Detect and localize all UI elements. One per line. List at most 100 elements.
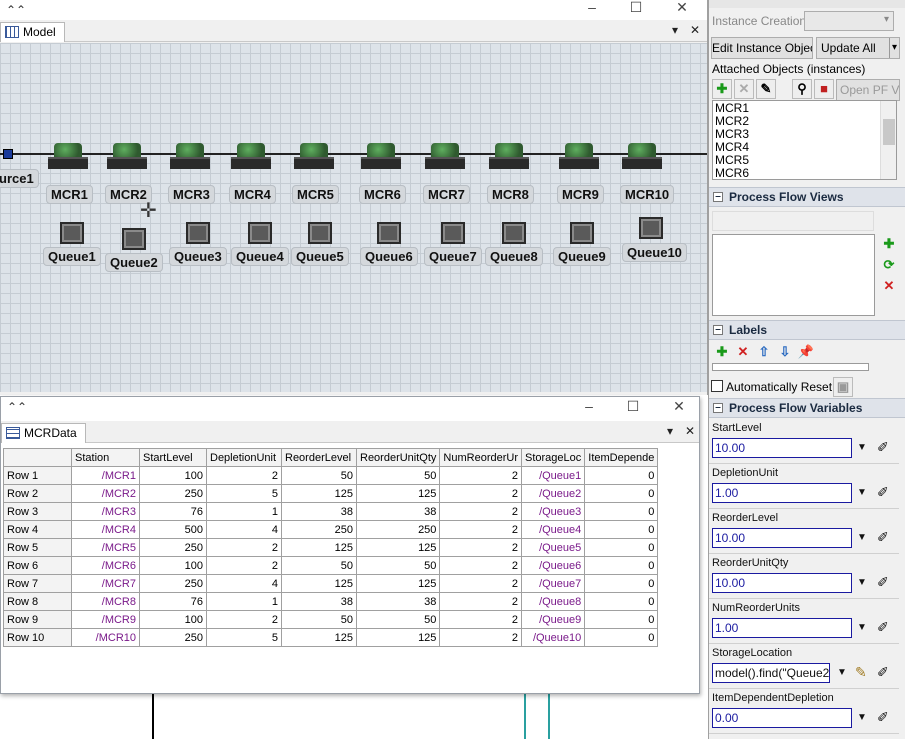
table-cell[interactable]: /Queue6 [520, 556, 586, 575]
row-header[interactable]: Row 3 [3, 502, 72, 521]
table-cell[interactable]: /Queue1 [520, 466, 586, 485]
table-cell[interactable]: 2 [439, 628, 522, 647]
table-cell[interactable]: 2 [439, 574, 522, 593]
row-header[interactable]: Row 10 [3, 628, 72, 647]
column-header[interactable]: StorageLoc [520, 448, 586, 467]
table-cell[interactable]: 50 [355, 556, 441, 575]
automatically-reset-checkbox[interactable] [711, 380, 723, 392]
table-cell[interactable]: 0 [584, 502, 659, 521]
process-flow-views-list[interactable] [712, 234, 875, 316]
table-cell[interactable]: 250 [139, 574, 207, 593]
column-header[interactable]: ReorderLevel [281, 448, 357, 467]
table-cell[interactable]: /Queue7 [520, 574, 586, 593]
table-cell[interactable]: /MCR3 [71, 502, 140, 521]
save-icon[interactable]: ▣ [833, 377, 853, 397]
table-cell[interactable]: /Queue5 [520, 538, 586, 557]
refresh-icon[interactable]: ⟳ [879, 256, 899, 276]
table-cell[interactable]: 125 [281, 484, 357, 503]
queue-object[interactable] [186, 222, 210, 244]
table-cell[interactable]: /MCR9 [71, 610, 140, 629]
table-cell[interactable]: 38 [355, 502, 441, 521]
delete-icon[interactable]: ✕ [879, 277, 899, 297]
script-edit-icon[interactable]: ✎ [855, 664, 867, 681]
tab-close-icon[interactable]: ✕ [690, 23, 700, 37]
row-header[interactable]: Row 7 [3, 574, 72, 593]
eyedropper-icon[interactable]: ✐ [877, 439, 889, 456]
table-cell[interactable]: 0 [584, 538, 659, 557]
column-header[interactable]: StartLevel [139, 448, 207, 467]
table-cell[interactable]: 5 [206, 628, 282, 647]
row-header[interactable]: Row 9 [3, 610, 72, 629]
table-cell[interactable]: 250 [355, 520, 441, 539]
machine-object[interactable] [361, 143, 401, 173]
table-cell[interactable]: 0 [584, 610, 659, 629]
collapse-icon[interactable]: – [713, 325, 723, 335]
queue-object[interactable] [122, 228, 146, 250]
row-header[interactable]: Row 2 [3, 484, 72, 503]
variable-value-field[interactable]: 10.00 [712, 438, 852, 458]
table-cell[interactable]: 100 [139, 466, 207, 485]
process-flow-view-select[interactable] [712, 211, 874, 231]
row-header[interactable]: Row 8 [3, 592, 72, 611]
table-cell[interactable]: /Queue3 [520, 502, 586, 521]
row-header[interactable]: Row 4 [3, 520, 72, 539]
eyedropper-icon[interactable]: ✐ [877, 529, 889, 546]
table-cell[interactable]: 2 [439, 556, 522, 575]
edit-instance-object-button[interactable]: Edit Instance Object [711, 37, 813, 59]
machine-object[interactable] [425, 143, 465, 173]
variable-value-field[interactable]: 10.00 [712, 528, 852, 548]
table-cell[interactable]: 0 [584, 556, 659, 575]
table-cell[interactable]: 500 [139, 520, 207, 539]
row-header[interactable]: Row 5 [3, 538, 72, 557]
table-cell[interactable]: 50 [281, 610, 357, 629]
labels-list[interactable] [712, 363, 869, 371]
table-cell[interactable]: 50 [355, 466, 441, 485]
table-cell[interactable]: /MCR2 [71, 484, 140, 503]
chevron-down-icon[interactable]: ▼ [857, 712, 867, 723]
table-cell[interactable]: 50 [281, 466, 357, 485]
queue-object[interactable] [570, 222, 594, 244]
column-header[interactable]: Station [71, 448, 140, 467]
table-cell[interactable]: 38 [355, 592, 441, 611]
queue-object[interactable] [377, 222, 401, 244]
table-cell[interactable]: 0 [584, 574, 659, 593]
table-cell[interactable]: 0 [584, 484, 659, 503]
table-cell[interactable]: 125 [281, 574, 357, 593]
table-cell[interactable]: 250 [139, 628, 207, 647]
close-window-button[interactable]: ✕ [660, 0, 704, 20]
table-cell[interactable]: 125 [355, 538, 441, 557]
table-cell[interactable]: 2 [439, 466, 522, 485]
table-cell[interactable]: 2 [206, 466, 282, 485]
table-cell[interactable]: 250 [281, 520, 357, 539]
remove-icon[interactable]: ✕ [734, 79, 754, 99]
attached-objects-list[interactable]: MCR1 MCR2 MCR3 MCR4 MCR5 MCR6 [712, 100, 897, 180]
source-object[interactable] [3, 149, 13, 159]
machine-object[interactable] [489, 143, 529, 173]
chevron-down-icon[interactable]: ▾ [888, 38, 897, 58]
table-cell[interactable]: 2 [206, 538, 282, 557]
queue-object[interactable] [308, 222, 332, 244]
variable-value-field[interactable]: 0.00 [712, 708, 852, 728]
table-cell[interactable]: 125 [281, 538, 357, 557]
table-cell[interactable]: 2 [439, 484, 522, 503]
process-flow-views-header[interactable]: – Process Flow Views [709, 187, 905, 207]
table-cell[interactable]: 0 [584, 628, 659, 647]
eyedropper-icon[interactable]: ✐ [877, 709, 889, 726]
tab-close-icon[interactable]: ✕ [685, 424, 695, 438]
variable-value-field[interactable]: 10.00 [712, 573, 852, 593]
table-cell[interactable]: 38 [281, 592, 357, 611]
eyedropper-icon[interactable]: ✐ [877, 619, 889, 636]
table-cell[interactable]: /MCR10 [71, 628, 140, 647]
table-cell[interactable]: /Queue9 [520, 610, 586, 629]
variable-value-field[interactable]: 1.00 [712, 483, 852, 503]
table-cell[interactable]: /Queue8 [520, 592, 586, 611]
chevron-down-icon[interactable]: ▼ [857, 442, 867, 453]
global-table-grid[interactable]: Station StartLevel DepletionUnit Reorder… [3, 448, 659, 647]
machine-object[interactable] [48, 143, 88, 173]
machine-object[interactable] [170, 143, 210, 173]
table-cell[interactable]: 2 [439, 592, 522, 611]
table-cell[interactable]: 100 [139, 610, 207, 629]
tab-mcrdata[interactable]: MCRData [1, 423, 86, 443]
labels-header[interactable]: – Labels [709, 320, 905, 340]
table-cell[interactable]: 2 [439, 610, 522, 629]
